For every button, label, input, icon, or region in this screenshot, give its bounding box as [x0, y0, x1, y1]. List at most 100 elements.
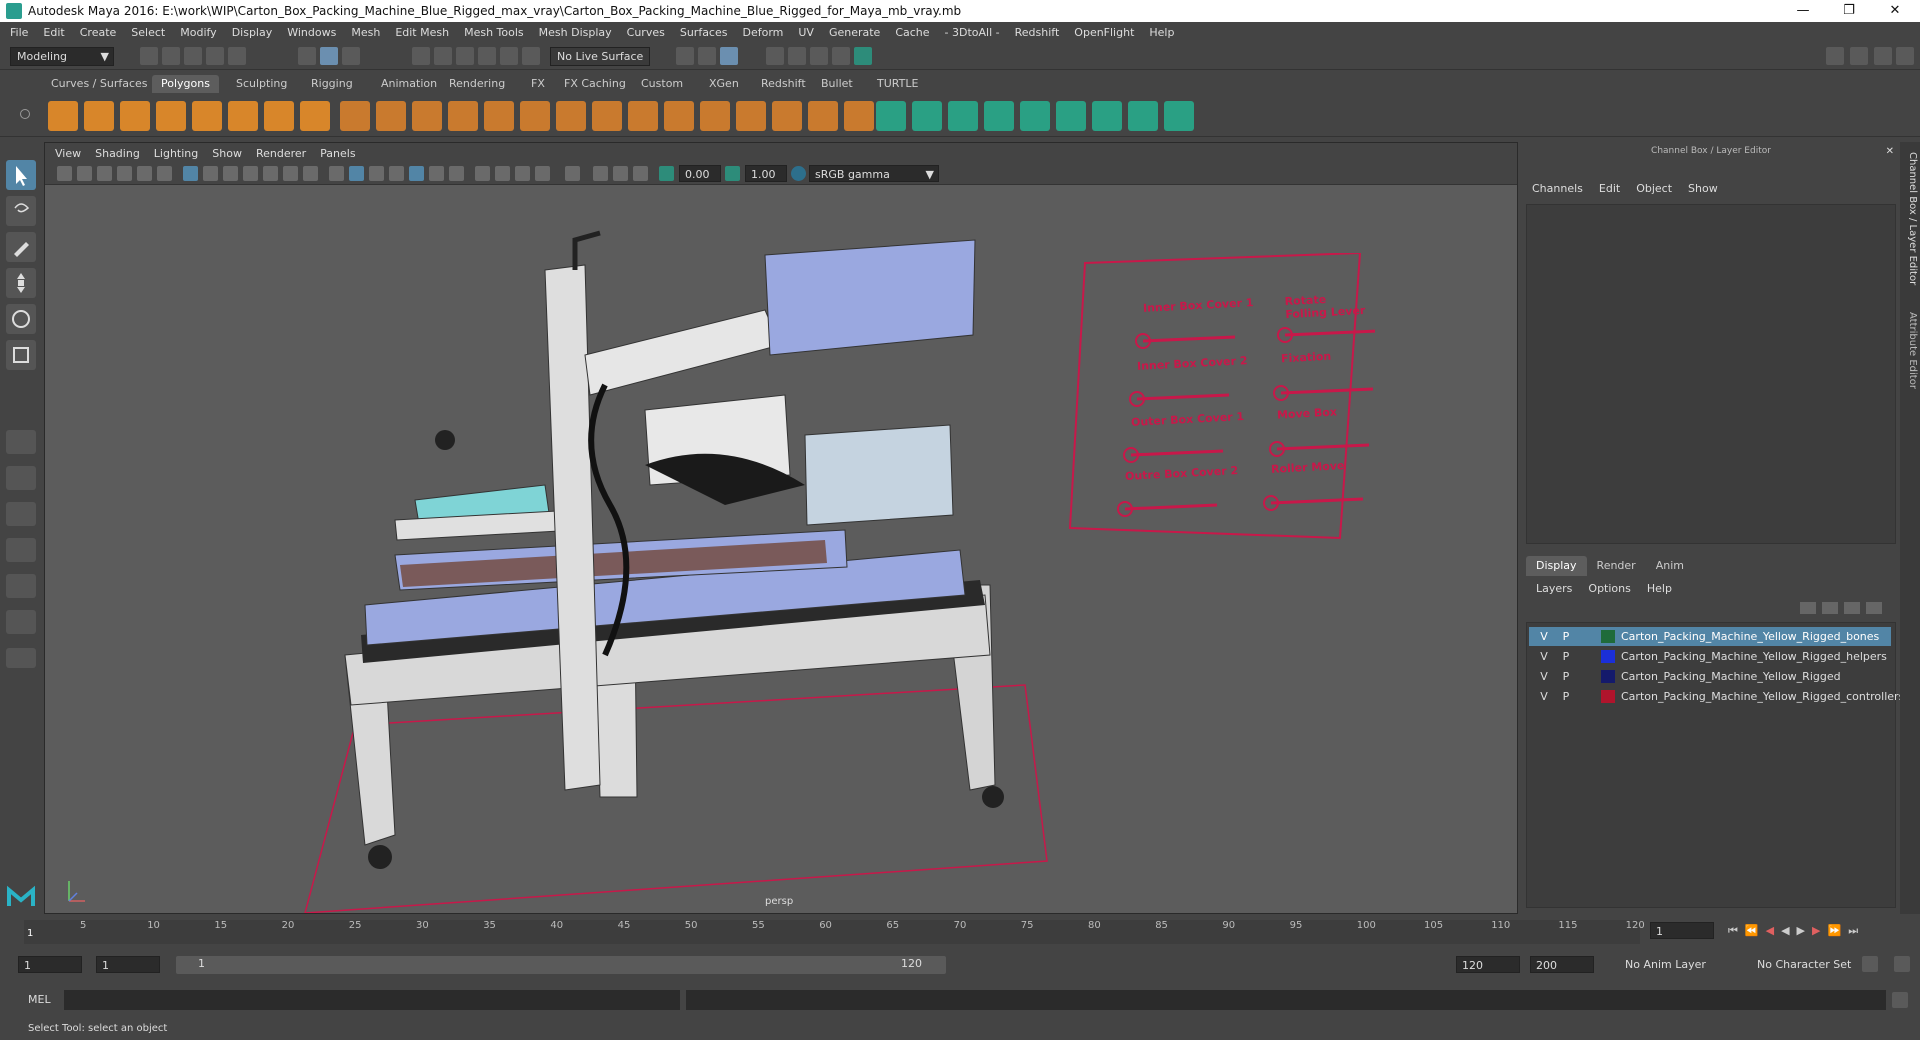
snap-vertex-icon[interactable]: [522, 47, 540, 65]
snap-surface-icon[interactable]: [500, 47, 518, 65]
hypershade-icon[interactable]: [832, 47, 850, 65]
poly-target-weld-icon[interactable]: [844, 101, 874, 131]
render-view-icon[interactable]: [854, 47, 872, 65]
end-time-field[interactable]: 200: [1530, 956, 1594, 973]
gate-mask-icon[interactable]: [243, 166, 258, 181]
step-forward-key-icon[interactable]: ⏩: [1827, 924, 1841, 938]
outliner-layout-icon[interactable]: [6, 538, 36, 562]
default-material-icon[interactable]: [369, 166, 384, 181]
anim-layer-dropdown[interactable]: No Anim Layer: [1620, 956, 1750, 973]
channel-box-menu-edit[interactable]: Edit: [1599, 182, 1620, 195]
xray-active-icon[interactable]: [613, 166, 628, 181]
shadows-icon[interactable]: [449, 166, 464, 181]
minimize-button[interactable]: —: [1780, 0, 1826, 22]
channel-box-area[interactable]: [1526, 204, 1896, 544]
side-tab-attribute-editor[interactable]: Attribute Editor: [1902, 312, 1918, 389]
menu-mesh-display[interactable]: Mesh Display: [539, 26, 612, 39]
shelf-tab-turtle[interactable]: TURTLE: [868, 75, 927, 93]
top-flap-panel[interactable]: [764, 239, 976, 356]
poly-layout-icon[interactable]: [1020, 101, 1050, 131]
crank-handle[interactable]: [572, 230, 601, 270]
viewport-menu-panels[interactable]: Panels: [320, 147, 355, 160]
select-object-icon[interactable]: [320, 47, 338, 65]
menu-deform[interactable]: Deform: [742, 26, 783, 39]
undo-icon[interactable]: [206, 47, 224, 65]
menu-mesh[interactable]: Mesh: [351, 26, 380, 39]
layer-tab-display[interactable]: Display: [1526, 556, 1587, 576]
layer-visibility-toggle[interactable]: V: [1537, 687, 1551, 706]
rotate-tool-icon[interactable]: [6, 304, 36, 334]
isolate-select-icon[interactable]: [565, 166, 580, 181]
poly-cube-icon[interactable]: [84, 101, 114, 131]
playback-start-field[interactable]: 1: [96, 956, 160, 973]
poly-uv-editor-icon[interactable]: [876, 101, 906, 131]
poly-boolean-icon[interactable]: [448, 101, 478, 131]
layer-tab-anim[interactable]: Anim: [1646, 556, 1694, 576]
poly-fill-hole-icon[interactable]: [772, 101, 802, 131]
step-forward-frame-icon[interactable]: ▶: [1812, 924, 1820, 938]
select-component-icon[interactable]: [342, 47, 360, 65]
menu-surfaces[interactable]: Surfaces: [680, 26, 728, 39]
shelf-tab-custom[interactable]: Custom: [632, 75, 692, 93]
menu-openflight[interactable]: OpenFlight: [1074, 26, 1134, 39]
poly-mirror-icon[interactable]: [1128, 101, 1158, 131]
viewport-menu-lighting[interactable]: Lighting: [154, 147, 198, 160]
film-gate-icon[interactable]: [203, 166, 218, 181]
input-ops-icon[interactable]: [698, 47, 716, 65]
poly-smooth-icon[interactable]: [484, 101, 514, 131]
menu-modify[interactable]: Modify: [180, 26, 216, 39]
four-view-layout-icon[interactable]: [6, 466, 36, 490]
single-view-layout-icon[interactable]: [6, 430, 36, 454]
menu-3dtoall[interactable]: - 3DtoAll -: [945, 26, 1000, 39]
poly-soft-hard-icon[interactable]: [1092, 101, 1122, 131]
side-tab-channel-box[interactable]: Channel Box / Layer Editor: [1902, 152, 1918, 285]
command-input[interactable]: [64, 990, 680, 1010]
menu-uv[interactable]: UV: [798, 26, 814, 39]
shelf-tab-animation[interactable]: Animation: [372, 75, 446, 93]
resolution-gate-icon[interactable]: [223, 166, 238, 181]
poly-pyramid-icon[interactable]: [264, 101, 294, 131]
poly-append-icon[interactable]: [736, 101, 766, 131]
shelf-tab-xgen[interactable]: XGen: [700, 75, 748, 93]
menu-generate[interactable]: Generate: [829, 26, 880, 39]
time-slider-track[interactable]: 1 5 10 15 20 25 30 35 40 45 50 55 60 65 70 75 80 85 90 95 10…: [24, 920, 1645, 944]
mel-label[interactable]: MEL: [28, 993, 51, 1006]
poly-cylinder-icon[interactable]: [120, 101, 150, 131]
channel-box-menu-show[interactable]: Show: [1688, 182, 1718, 195]
move-tool-icon[interactable]: [6, 268, 36, 298]
poly-torus-icon[interactable]: [228, 101, 258, 131]
safe-action-icon[interactable]: [283, 166, 298, 181]
poly-unfold-icon[interactable]: [984, 101, 1014, 131]
channel-box-toggle-icon[interactable]: [1850, 47, 1868, 65]
new-scene-icon[interactable]: [140, 47, 158, 65]
carton-box[interactable]: [804, 424, 954, 526]
tool-settings-toggle-icon[interactable]: [1896, 47, 1914, 65]
grease-pencil-icon[interactable]: [157, 166, 172, 181]
safe-title-icon[interactable]: [303, 166, 318, 181]
menu-display[interactable]: Display: [232, 26, 273, 39]
scale-tool-icon[interactable]: [6, 340, 36, 370]
shelf-tab-bullet[interactable]: Bullet: [812, 75, 862, 93]
script-editor-icon[interactable]: [1892, 992, 1908, 1008]
poly-sphere-icon[interactable]: [48, 101, 78, 131]
viewport-menu-renderer[interactable]: Renderer: [256, 147, 306, 160]
layer-menu-help[interactable]: Help: [1647, 582, 1672, 595]
menu-curves[interactable]: Curves: [627, 26, 665, 39]
layer-color-swatch[interactable]: [1601, 630, 1615, 643]
use-all-lights-icon[interactable]: [429, 166, 444, 181]
render-settings-icon[interactable]: [810, 47, 828, 65]
textured-icon[interactable]: [409, 166, 424, 181]
poly-planar-map-icon[interactable]: [912, 101, 942, 131]
menu-cache[interactable]: Cache: [895, 26, 929, 39]
wireframe-on-shaded-icon[interactable]: [389, 166, 404, 181]
menu-edit-mesh[interactable]: Edit Mesh: [395, 26, 449, 39]
image-plane-icon[interactable]: [117, 166, 132, 181]
motion-blur-icon[interactable]: [495, 166, 510, 181]
poly-automatic-map-icon[interactable]: [948, 101, 978, 131]
xray-joints-icon[interactable]: [633, 166, 648, 181]
shelf-tab-fx[interactable]: FX: [522, 75, 554, 93]
shelf-tab-fx-caching[interactable]: FX Caching: [555, 75, 635, 93]
poly-bridge-icon[interactable]: [520, 101, 550, 131]
view-transform-dropdown[interactable]: sRGB gamma ▼: [809, 165, 939, 182]
play-backwards-icon[interactable]: ◀: [1781, 924, 1789, 938]
